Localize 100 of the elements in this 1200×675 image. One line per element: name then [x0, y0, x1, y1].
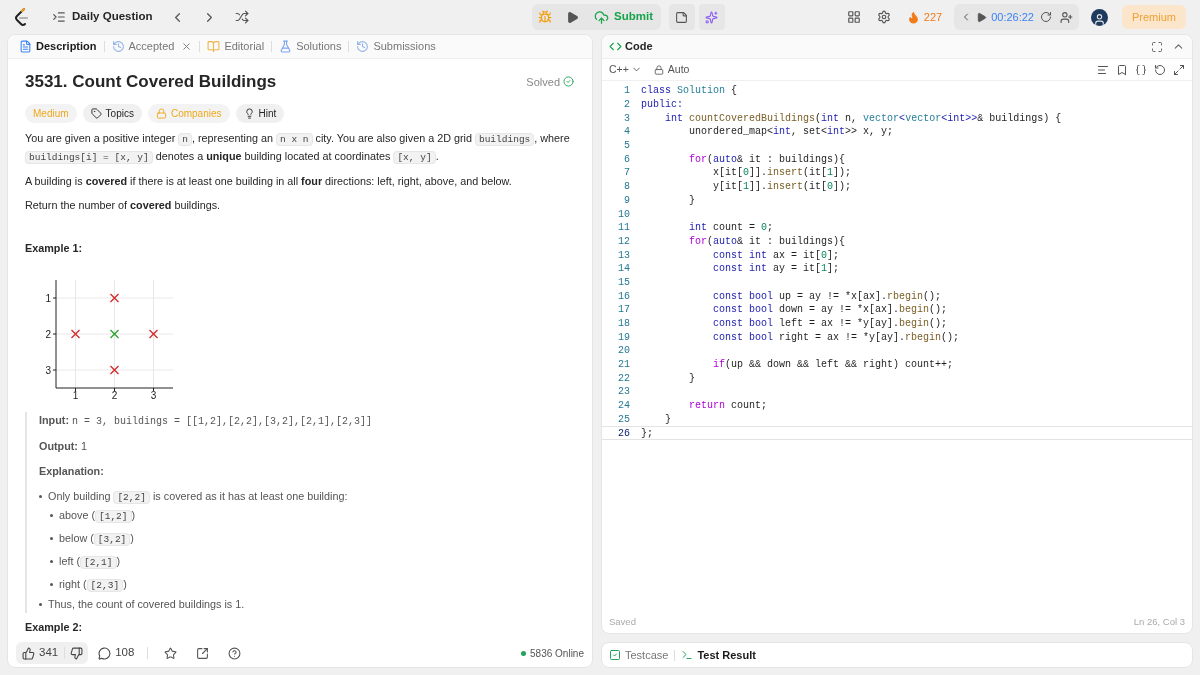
- reset-icon[interactable]: [1154, 63, 1166, 76]
- explanation-item: below ( [3,2] ): [59, 530, 134, 548]
- panel-tab[interactable]: Description: [16, 36, 100, 57]
- line-number: 7: [623, 166, 630, 181]
- flame-icon: [906, 10, 920, 24]
- book-icon: [207, 40, 221, 53]
- example-heading: Example 1:: [25, 240, 83, 256]
- lock-icon: [155, 107, 167, 119]
- thumbs-down-icon: [70, 646, 84, 660]
- language-select[interactable]: C++: [609, 61, 642, 78]
- streak-button[interactable]: 227: [900, 8, 949, 26]
- code-line: public:: [641, 98, 683, 113]
- online-count: 5836 Online: [521, 645, 584, 661]
- flask-icon: [279, 40, 293, 53]
- code-line: if(up && down && left && right) count++;: [712, 358, 954, 373]
- panel-tab[interactable]: Accepted: [108, 36, 196, 57]
- line-number: 8: [623, 180, 630, 195]
- bullet-icon: [50, 513, 53, 517]
- line-number: 26: [617, 426, 630, 441]
- line-number: 11: [617, 221, 630, 236]
- bullet-icon: [39, 602, 42, 606]
- bookmark-icon[interactable]: [1116, 63, 1128, 76]
- solved-status: Solved: [526, 73, 574, 90]
- code-line: }: [688, 371, 695, 386]
- explanation-item: above ( [1,2] ): [59, 507, 136, 525]
- braces-icon[interactable]: [1135, 63, 1147, 76]
- thumbs-up-icon: [22, 646, 35, 660]
- fullscreen-icon[interactable]: [1151, 40, 1163, 53]
- terminal-icon: [681, 649, 694, 661]
- logo-icon[interactable]: [14, 8, 30, 26]
- avatar[interactable]: [1091, 8, 1108, 26]
- line-number: 16: [617, 289, 630, 304]
- comments-button[interactable]: 108: [94, 644, 139, 662]
- close-icon[interactable]: [181, 41, 193, 52]
- save-status: Saved: [609, 614, 636, 629]
- code-tab[interactable]: Code: [609, 38, 653, 55]
- code-line: const int ax = it[0];: [712, 248, 840, 263]
- bullet-icon: [50, 559, 53, 563]
- format-icon[interactable]: [1097, 63, 1109, 76]
- code-line: x[it[0]].insert(it[1]);: [712, 166, 852, 181]
- code-line: return count;: [688, 399, 768, 414]
- line-number: 5: [623, 139, 630, 154]
- code-line: const int ay = it[1];: [712, 262, 840, 277]
- code-line: const bool left = ax != *y[ay].begin();: [712, 317, 948, 332]
- line-number: 19: [617, 330, 630, 345]
- code-line: const bool right = ax != *y[ay].rbegin();: [712, 330, 960, 345]
- problem-title: 3531. Count Covered Buildings: [25, 71, 277, 93]
- tick-label: 1: [45, 292, 51, 304]
- line-number: 21: [617, 358, 630, 373]
- problem-list-button[interactable]: Daily Question: [52, 8, 153, 26]
- expand-icon[interactable]: [1173, 63, 1185, 76]
- line-number: 1: [623, 84, 630, 99]
- code-line: unordered_map<int, set<int>> x, y;: [688, 125, 894, 140]
- tag-button[interactable]: Hint: [235, 103, 285, 123]
- sparkle-button[interactable]: [699, 4, 725, 30]
- line-number: 22: [617, 371, 630, 386]
- bullet-icon: [50, 582, 53, 586]
- sparkle-icon: [705, 10, 719, 24]
- line-number: 17: [617, 303, 630, 318]
- shuffle-icon: [234, 10, 249, 24]
- output-text: Output: 1: [39, 438, 88, 454]
- line-number: 15: [617, 275, 630, 290]
- bullet-icon: [50, 536, 53, 540]
- line-number: 9: [623, 193, 630, 208]
- reset-icon[interactable]: [1040, 11, 1052, 23]
- input-text: Input: n = 3, buildings = [[1,2],[2,2],[3,2],[2,1],[2,3]]: [39, 412, 374, 429]
- tick-label: 2: [45, 328, 51, 340]
- explanation-item: right ( [2,3] ): [59, 576, 127, 594]
- code-icon: [609, 40, 622, 53]
- tick-label: 1: [72, 389, 79, 400]
- checkbox-icon: [609, 649, 621, 661]
- star-icon: [163, 646, 177, 660]
- code-line: for(auto& it : buildings){: [688, 234, 846, 249]
- panel-tab[interactable]: Testcase: [609, 646, 669, 664]
- lock-icon: [653, 64, 664, 75]
- add-user-icon[interactable]: [1060, 10, 1073, 24]
- line-number: 24: [617, 399, 630, 414]
- panel-tab[interactable]: Test Result: [681, 646, 756, 664]
- code-line: const bool down = ay != *x[ax].begin();: [712, 303, 948, 318]
- panel-tab[interactable]: Editorial: [204, 36, 268, 57]
- bug-icon: [538, 10, 552, 24]
- list-icon: [52, 10, 66, 24]
- upload-icon: [594, 9, 609, 25]
- tag-button[interactable]: Topics: [82, 103, 142, 123]
- line-number: 25: [617, 412, 630, 427]
- play-icon[interactable]: [976, 11, 988, 23]
- problem-paragraph: Return the number of covered buildings.: [25, 197, 222, 213]
- history-icon: [111, 40, 125, 53]
- note-icon: [675, 10, 689, 24]
- panel-tab[interactable]: Submissions: [353, 36, 439, 57]
- notes-button[interactable]: [669, 4, 695, 30]
- code-line: y[it[1]].insert(it[0]);: [712, 180, 852, 195]
- code-line: }: [664, 412, 671, 427]
- tick-label: 2: [111, 389, 118, 400]
- line-number: 23: [617, 385, 630, 400]
- panel-tab[interactable]: Solutions: [276, 36, 345, 57]
- code-line: const bool up = ay != *x[ax].rbegin();: [712, 289, 942, 304]
- explanation-item: left ( [2,1] ): [59, 553, 121, 571]
- cursor-position: Ln 26, Col 3: [1133, 614, 1185, 629]
- code-line: int countCoveredBuildings(int n, vector<vector<int>>& buildings) {: [664, 111, 1062, 126]
